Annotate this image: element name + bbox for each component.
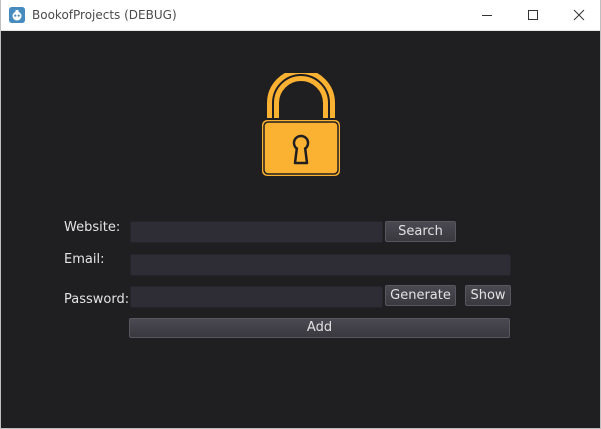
- maximize-button[interactable]: [510, 0, 556, 30]
- minimize-button[interactable]: [464, 0, 510, 30]
- add-button[interactable]: Add: [129, 318, 510, 338]
- close-button[interactable]: [556, 0, 600, 30]
- close-icon: [573, 9, 585, 21]
- generate-button[interactable]: Generate: [385, 285, 456, 306]
- search-button[interactable]: Search: [385, 221, 456, 242]
- app-icon: [9, 7, 25, 23]
- app-window: BookofProjects (DEBUG) Website: Search E…: [0, 0, 601, 429]
- window-title: BookofProjects (DEBUG): [32, 8, 177, 22]
- show-button[interactable]: Show: [465, 285, 511, 306]
- email-input[interactable]: [130, 254, 511, 276]
- minimize-icon: [482, 15, 492, 16]
- maximize-icon: [528, 10, 538, 20]
- password-input[interactable]: [130, 286, 383, 308]
- title-bar[interactable]: BookofProjects (DEBUG): [1, 0, 600, 31]
- website-input[interactable]: [130, 221, 383, 243]
- email-label: Email:: [64, 252, 105, 267]
- padlock-icon: [260, 73, 342, 178]
- password-label: Password:: [64, 292, 130, 307]
- website-label: Website:: [64, 220, 121, 235]
